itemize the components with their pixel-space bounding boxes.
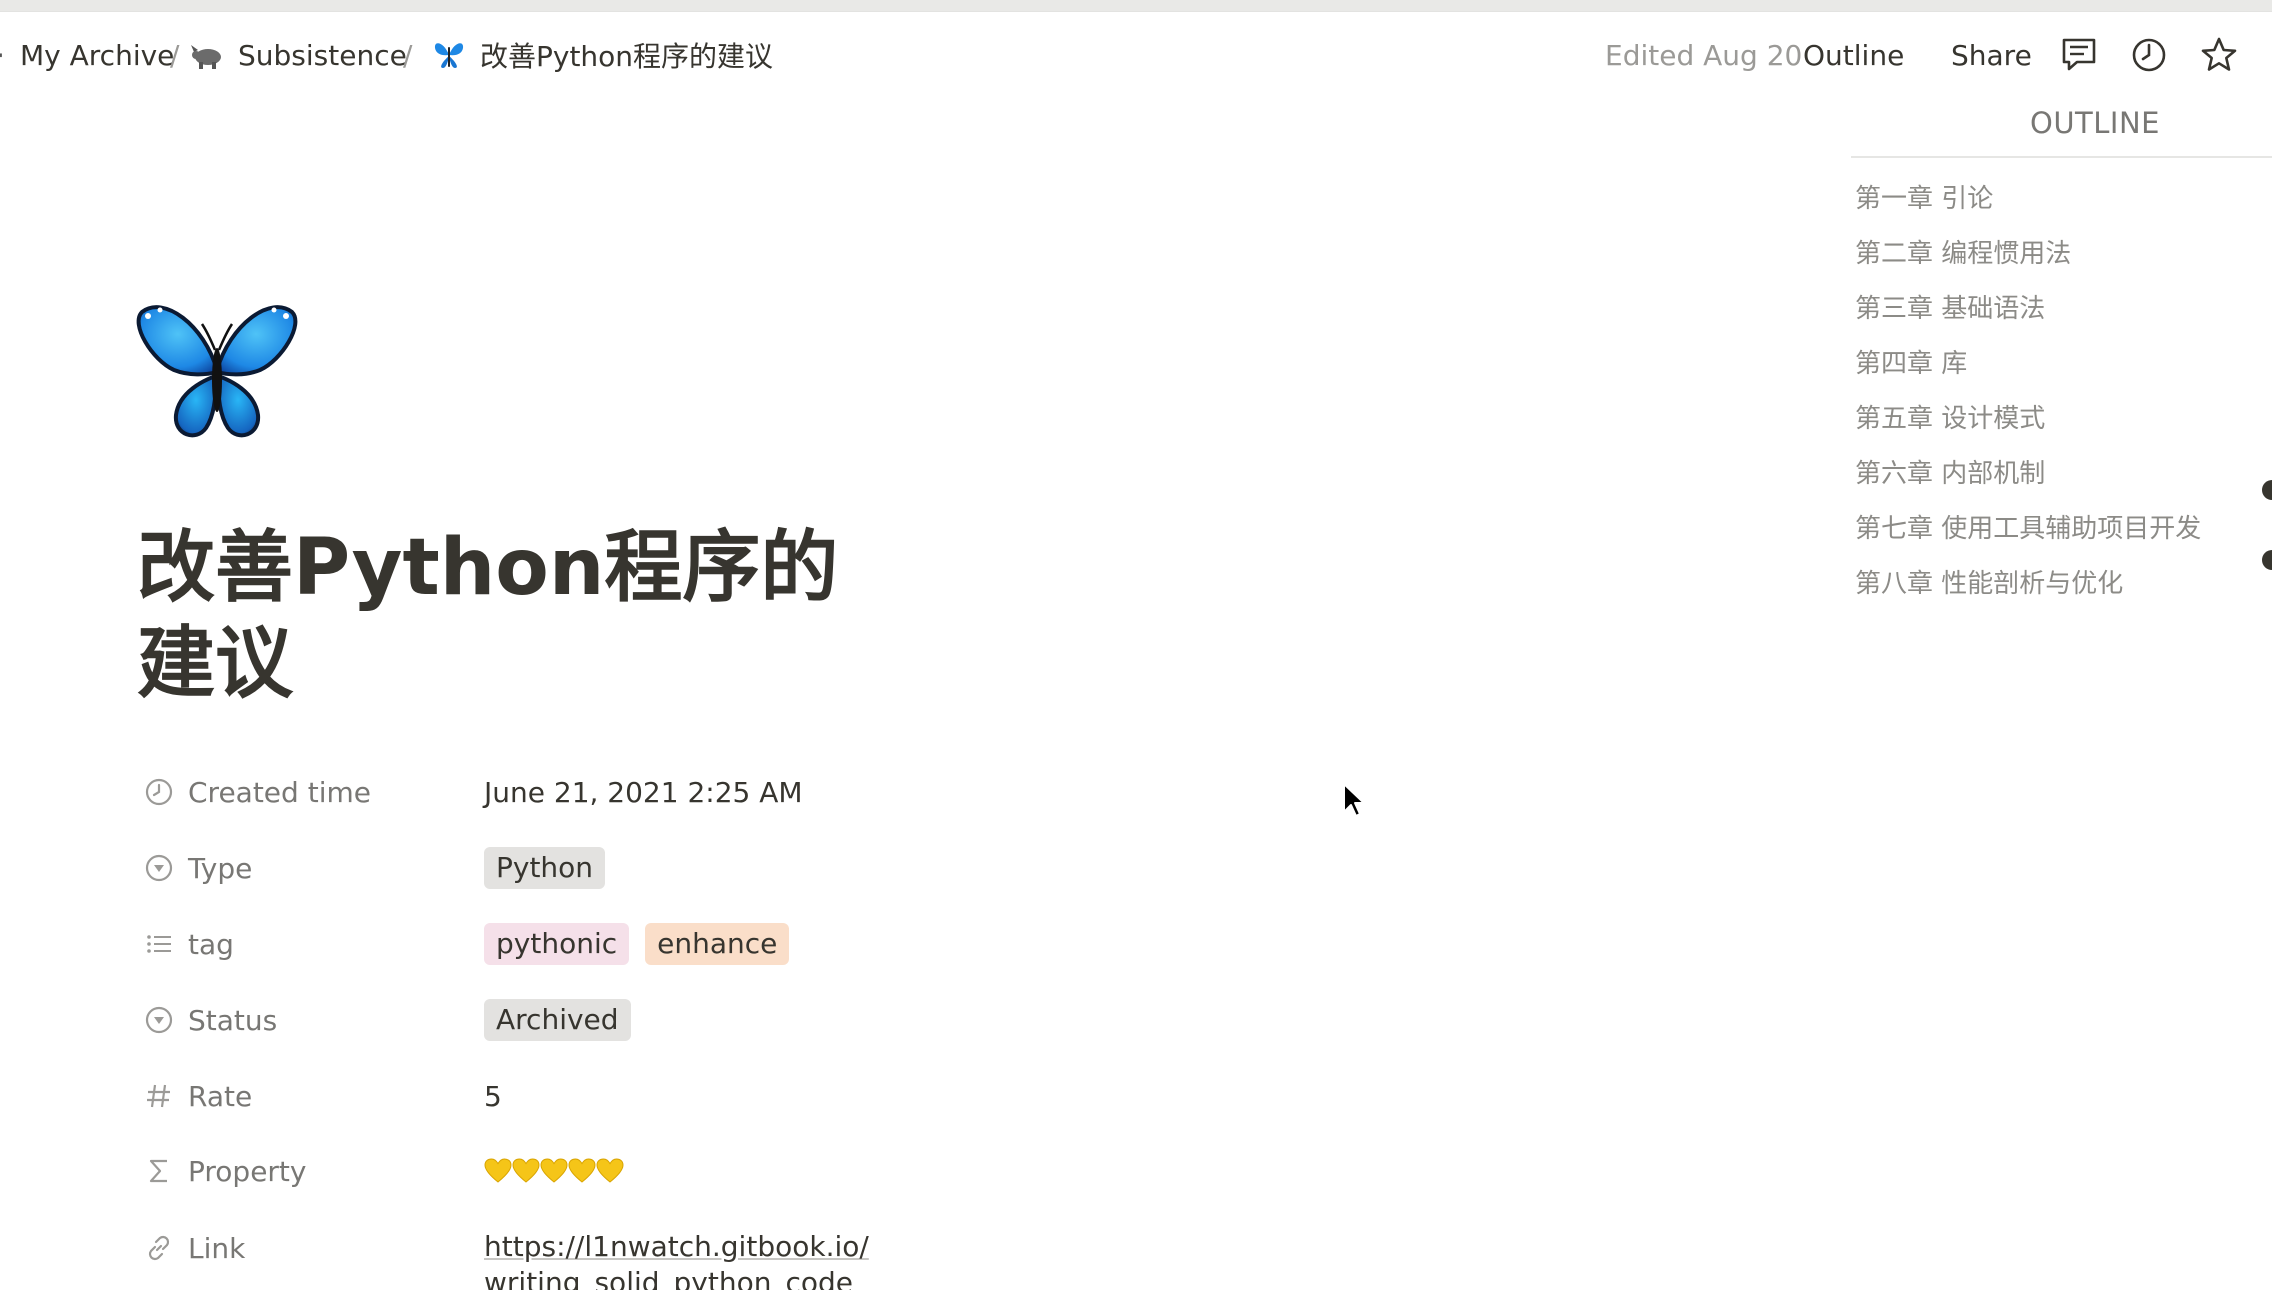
window-top-strip — [0, 0, 2272, 11]
scroll-indicator — [2262, 550, 2272, 570]
hearts-rating — [484, 1158, 624, 1184]
property-row-created-time[interactable]: Created time June 21, 2021 2:25 AM — [140, 762, 1240, 822]
top-bar: My Archive / Subsistence / 改善Python程序的建议 — [0, 28, 2272, 82]
history-icon[interactable] — [2129, 35, 2169, 75]
breadcrumb-separator: / — [403, 38, 413, 72]
page-title-line: 建议 — [137, 619, 294, 709]
tag-chip-pythonic[interactable]: pythonic — [484, 923, 630, 965]
link-url[interactable]: https://l1nwatch.gitbook.io/writing_soli… — [484, 1229, 884, 1290]
outline-item[interactable]: 第二章 编程惯用法 — [1855, 231, 2201, 286]
property-row-tag[interactable]: tag pythonic enhance — [140, 914, 1240, 974]
status-chip[interactable]: Archived — [484, 999, 631, 1041]
property-value-rate[interactable]: 5 — [484, 1066, 502, 1126]
property-row-type[interactable]: Type Python — [140, 838, 1240, 898]
favorite-star-icon[interactable] — [2199, 35, 2239, 75]
window-top-divider — [0, 11, 2272, 12]
breadcrumb-item-subsistence[interactable]: Subsistence — [190, 28, 407, 82]
outline-item[interactable]: 第八章 性能剖析与优化 — [1855, 561, 2201, 616]
property-label: Status — [188, 1003, 278, 1037]
list-icon — [147, 935, 171, 953]
last-edited-text: Edited Aug 20 — [1605, 38, 1803, 72]
property-value-tag[interactable]: pythonic enhance — [484, 914, 805, 974]
outline-item[interactable]: 第四章 库 — [1855, 341, 2201, 396]
property-label: Created time — [188, 775, 371, 809]
select-icon — [145, 1006, 173, 1034]
breadcrumb-item-my-archive[interactable]: My Archive — [0, 28, 174, 82]
heart-icon — [596, 1158, 624, 1183]
breadcrumb-label: Subsistence — [238, 38, 407, 72]
property-label: Property — [188, 1154, 307, 1188]
property-label: Type — [188, 851, 253, 885]
sigma-icon — [149, 1159, 167, 1183]
outline-panel-title: OUTLINE — [2030, 106, 2160, 140]
heart-icon — [484, 1158, 512, 1183]
outline-item[interactable]: 第三章 基础语法 — [1855, 286, 2201, 341]
scroll-indicator — [2262, 480, 2272, 500]
outline-item[interactable]: 第五章 设计模式 — [1855, 396, 2201, 451]
select-icon — [145, 854, 173, 882]
breadcrumb-label: My Archive — [20, 38, 175, 72]
outline-list: 第一章 引论 第二章 编程惯用法 第三章 基础语法 第四章 库 第五章 设计模式… — [1855, 176, 2201, 616]
hash-icon — [147, 1084, 170, 1108]
property-value-status[interactable]: Archived — [484, 990, 647, 1050]
butterfly-icon[interactable] — [134, 300, 300, 445]
outline-divider — [1851, 156, 2272, 158]
outline-item[interactable]: 第一章 引论 — [1855, 176, 2201, 231]
share-button[interactable]: Share — [1951, 28, 2032, 82]
property-value-type[interactable]: Python — [484, 838, 621, 898]
property-row-property[interactable]: Property — [140, 1141, 1240, 1201]
property-row-link[interactable]: Link https://l1nwatch.gitbook.io/writing… — [140, 1218, 1240, 1290]
rhino-icon — [191, 45, 221, 69]
mouse-cursor-icon — [1343, 783, 1365, 817]
property-value-created-time: June 21, 2021 2:25 AM — [484, 775, 803, 809]
type-chip[interactable]: Python — [484, 847, 606, 889]
page-title-line: 改善Python程序的 — [137, 523, 839, 613]
butterfly-icon — [434, 43, 464, 68]
property-value-link[interactable]: https://l1nwatch.gitbook.io/writing_soli… — [484, 1218, 884, 1290]
property-label: tag — [188, 927, 234, 961]
property-row-rate[interactable]: Rate 5 — [140, 1066, 1240, 1126]
clock-icon — [145, 778, 173, 806]
heart-icon — [512, 1158, 540, 1183]
outline-item[interactable]: 第六章 内部机制 — [1855, 451, 2201, 506]
outline-item[interactable]: 第七章 使用工具辅助项目开发 — [1855, 506, 2201, 561]
breadcrumb-item-current-page[interactable]: 改善Python程序的建议 — [432, 28, 773, 82]
property-value-hearts[interactable] — [484, 1141, 624, 1201]
comment-icon[interactable] — [2059, 35, 2099, 75]
breadcrumb-separator: / — [170, 38, 180, 72]
tag-chip-enhance[interactable]: enhance — [645, 923, 790, 965]
property-label: Link — [188, 1231, 246, 1265]
heart-icon — [568, 1158, 596, 1183]
property-label: Rate — [188, 1079, 253, 1113]
notion-page: My Archive / Subsistence / 改善Python程序的建议 — [0, 0, 2272, 1290]
archive-icon — [0, 53, 2, 58]
property-row-status[interactable]: Status Archived — [140, 990, 1240, 1050]
outline-button[interactable]: Outline — [1803, 28, 1904, 82]
heart-icon — [540, 1158, 568, 1183]
page-title[interactable]: 改善Python程序的 建议 — [137, 520, 897, 712]
link-icon — [148, 1235, 170, 1261]
breadcrumb-label: 改善Python程序的建议 — [480, 40, 774, 73]
